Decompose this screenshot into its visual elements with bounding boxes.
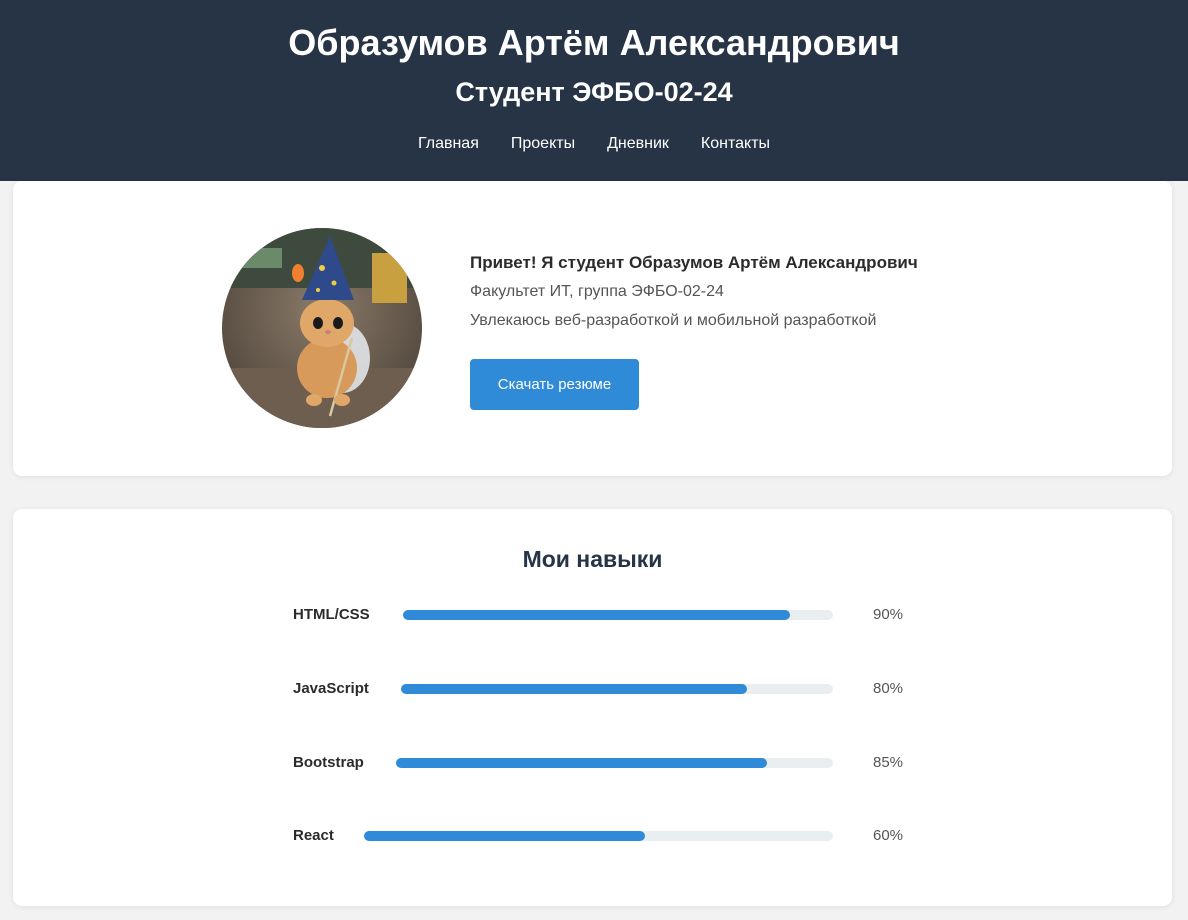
skill-row: React 60% [293, 826, 913, 846]
skill-progress-track [396, 758, 833, 768]
site-header: Образумов Артём Александрович Студент ЭФ… [0, 0, 1188, 181]
skill-percent: 85% [873, 754, 904, 771]
faculty-text: Факультет ИТ, группа ЭФБО-02-24 [470, 283, 724, 300]
nav-item-projects[interactable]: Проекты [511, 134, 575, 154]
greeting-text: Привет! Я студент Образумов Артём Алекса… [470, 253, 918, 272]
skill-row: Bootstrap 85% [293, 753, 913, 773]
skill-progress-track [364, 831, 833, 841]
skill-progress-fill [401, 684, 747, 694]
nav-item-diary[interactable]: Дневник [607, 134, 669, 154]
nav-item-contacts[interactable]: Контакты [701, 134, 770, 154]
skill-row: HTML/CSS 90% [293, 605, 913, 625]
site-title: Образумов Артём Александрович [288, 22, 900, 63]
skill-name: React [293, 827, 334, 844]
about-card: Привет! Я студент Образумов Артём Алекса… [13, 181, 1172, 476]
nav-item-home[interactable]: Главная [418, 134, 479, 154]
download-resume-button[interactable]: Скачать резюме [470, 359, 639, 410]
skill-name: Bootstrap [293, 754, 364, 771]
skill-progress-fill [396, 758, 768, 768]
kitten-wizard-photo-icon [222, 228, 422, 428]
skill-name: JavaScript [293, 680, 369, 697]
about-text: Привет! Я студент Образумов Артём Алекса… [470, 253, 918, 410]
skill-percent: 60% [873, 827, 904, 844]
site-subtitle: Студент ЭФБО-02-24 [455, 77, 733, 107]
skill-percent: 80% [873, 680, 904, 697]
skill-progress-fill [403, 610, 790, 620]
skill-percent: 90% [873, 606, 904, 623]
skill-progress-track [403, 610, 833, 620]
skills-title: Мои навыки [522, 546, 663, 572]
skills-card: Мои навыки HTML/CSS 90% JavaScript 80% Boots… [13, 509, 1172, 906]
skill-progress-fill [364, 831, 646, 841]
avatar [222, 228, 422, 428]
skill-progress-track [401, 684, 833, 694]
skill-row: JavaScript 80% [293, 679, 913, 699]
skill-name: HTML/CSS [293, 606, 370, 623]
interests-text: Увлекаюсь веб-разработкой и мобильной ра… [470, 312, 877, 329]
main-nav: Главная Проекты Дневник Контакты [0, 134, 1188, 154]
